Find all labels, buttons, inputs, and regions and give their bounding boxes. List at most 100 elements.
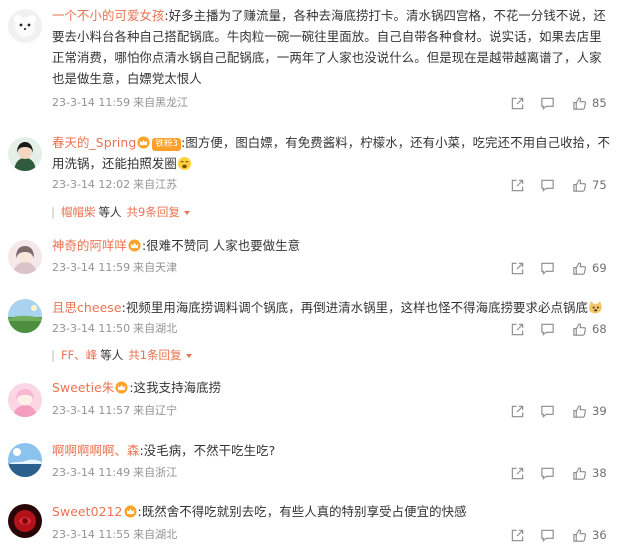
like-count: 36 xyxy=(592,528,607,542)
like-count: 69 xyxy=(592,261,607,275)
comment-actions: 38 xyxy=(510,465,626,483)
crown-badge-icon xyxy=(124,503,137,518)
comment-username[interactable]: 神奇的阿咩咩 xyxy=(52,238,127,253)
comment-icon xyxy=(540,466,555,481)
like-button[interactable]: 69 xyxy=(572,260,607,276)
like-icon xyxy=(572,466,587,481)
avatar[interactable] xyxy=(8,137,42,171)
avatar[interactable] xyxy=(8,240,42,274)
share-icon xyxy=(510,528,525,543)
comment-location: 来自浙江 xyxy=(133,466,178,479)
comment-location: 来自辽宁 xyxy=(133,404,178,417)
comment-text-block: 且思cheese:视频里用海底捞调料调个锅底，再倒进清水锅里，这样也怪不得海底捞… xyxy=(52,297,612,318)
comment-actions: 68 xyxy=(510,321,626,339)
like-button[interactable]: 75 xyxy=(572,177,607,193)
comment-button[interactable] xyxy=(540,95,555,111)
comment-username[interactable]: Sweetie朱 xyxy=(52,380,114,395)
share-button[interactable] xyxy=(510,527,525,543)
like-icon xyxy=(572,178,587,193)
fan-badge[interactable]: 铁粉3 xyxy=(152,138,182,151)
share-button[interactable] xyxy=(510,260,525,276)
crown-badge-icon xyxy=(115,379,128,394)
comment-time: 23-3-14 11:55 xyxy=(52,528,131,541)
comment-text: :既然舍不得吃就别去吃，有些人真的特别享受占便宜的快感 xyxy=(137,504,467,519)
comment-text-block: Sweet0212 :既然舍不得吃就别去吃，有些人真的特别享受占便宜的快感 xyxy=(52,501,612,522)
comment-icon xyxy=(540,404,555,419)
comment-username[interactable]: 且思cheese xyxy=(52,300,122,315)
comment-button[interactable] xyxy=(540,403,555,419)
like-count: 75 xyxy=(592,178,607,192)
reply-suffix: 等人 xyxy=(100,348,124,362)
comment-meta: 23-3-14 12:02 来自江苏 xyxy=(52,178,177,192)
like-icon xyxy=(572,404,587,419)
comment-location: 来自江苏 xyxy=(133,178,178,191)
comment-meta: 23-3-14 11:57 来自辽宁 xyxy=(52,404,177,418)
comment-text-block: Sweetie朱 :这我支持海底捞 xyxy=(52,377,612,398)
more-replies-link[interactable]: 共1条回复 xyxy=(128,348,181,363)
like-button[interactable]: 39 xyxy=(572,403,607,419)
like-count: 39 xyxy=(592,404,607,418)
share-button[interactable] xyxy=(510,177,525,193)
more-replies-link[interactable]: 共9条回复 xyxy=(127,205,180,220)
comment-location: 来自湖北 xyxy=(133,528,178,541)
comment-text: :很难不赞同 人家也要做生意 xyxy=(141,238,301,253)
comment-location: 来自黑龙江 xyxy=(133,96,189,109)
comment-meta: 23-3-14 11:49 来自浙江 xyxy=(52,466,177,480)
share-icon xyxy=(510,96,525,111)
share-icon xyxy=(510,178,525,193)
comment-icon xyxy=(540,178,555,193)
comment-username[interactable]: Sweet0212 xyxy=(52,504,123,519)
avatar[interactable] xyxy=(8,504,42,538)
comment-username[interactable]: 春天的_Spring xyxy=(52,135,136,150)
comment-actions: 85 xyxy=(510,95,626,113)
like-count: 85 xyxy=(592,96,607,110)
crown-badge-icon xyxy=(128,237,141,252)
comment-meta: 23-3-14 11:59 来自天津 xyxy=(52,261,177,275)
avatar[interactable] xyxy=(8,383,42,417)
avatar[interactable] xyxy=(8,299,42,333)
comment-location: 来自湖北 xyxy=(133,322,178,335)
like-button[interactable]: 85 xyxy=(572,95,607,111)
comment-button[interactable] xyxy=(540,527,555,543)
avatar[interactable] xyxy=(8,443,42,477)
share-icon xyxy=(510,404,525,419)
comment-button[interactable] xyxy=(540,321,555,337)
comment-text: :没毛病，不然干吃生吃? xyxy=(139,443,276,458)
avatar[interactable] xyxy=(8,9,42,43)
chevron-down-icon[interactable] xyxy=(183,211,190,215)
comment-time: 23-3-14 11:57 xyxy=(52,404,131,417)
reply-summary: 帽帽柴 等人 共9条回复 xyxy=(52,205,190,220)
reply-username[interactable]: FF、峰 xyxy=(61,348,97,363)
reply-username[interactable]: 帽帽柴 xyxy=(61,205,96,220)
comment-text: :视频里用海底捞调料调个锅底，再倒进清水锅里，这样也怪不得海底捞要求必点锅底 xyxy=(121,300,589,315)
like-icon xyxy=(572,261,587,276)
like-icon xyxy=(572,96,587,111)
comment-text-block: 神奇的阿咩咩 :很难不赞同 人家也要做生意 xyxy=(52,235,612,256)
comment-icon xyxy=(540,96,555,111)
crown-badge-icon xyxy=(137,134,150,149)
comment-button[interactable] xyxy=(540,177,555,193)
like-icon xyxy=(572,528,587,543)
like-button[interactable]: 68 xyxy=(572,321,607,337)
comment-button[interactable] xyxy=(540,260,555,276)
comment-time: 23-3-14 11:59 xyxy=(52,261,131,274)
share-button[interactable] xyxy=(510,321,525,337)
comment-icon xyxy=(540,322,555,337)
share-button[interactable] xyxy=(510,465,525,481)
comment-icon xyxy=(540,528,555,543)
chevron-down-icon[interactable] xyxy=(185,354,192,358)
share-icon xyxy=(510,261,525,276)
like-button[interactable]: 38 xyxy=(572,465,607,481)
comment-username[interactable]: 一个不小的可爱女孩 xyxy=(52,8,164,23)
comment-actions: 69 xyxy=(510,260,626,278)
comment-time: 23-3-14 11:50 xyxy=(52,322,131,335)
comment-button[interactable] xyxy=(540,465,555,481)
like-button[interactable]: 36 xyxy=(572,527,607,543)
share-button[interactable] xyxy=(510,403,525,419)
share-icon xyxy=(510,466,525,481)
comment-text: :这我支持海底捞 xyxy=(129,380,222,395)
share-button[interactable] xyxy=(510,95,525,111)
comment-username[interactable]: 啊啊啊啊啊、森 xyxy=(52,443,139,458)
comment-time: 23-3-14 11:49 xyxy=(52,466,131,479)
comment-meta: 23-3-14 11:55 来自湖北 xyxy=(52,528,177,542)
